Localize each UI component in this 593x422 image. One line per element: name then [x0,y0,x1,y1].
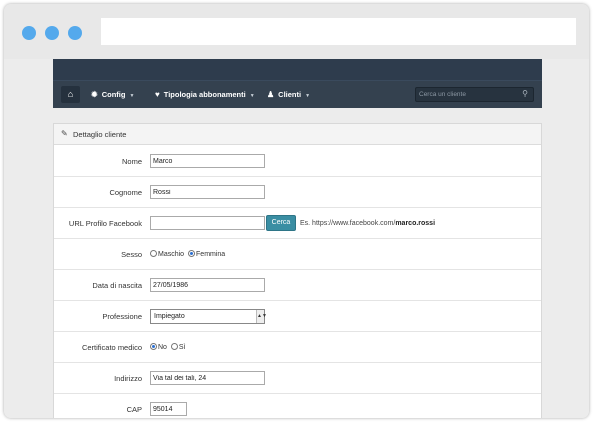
caret-down-icon: ▼ [305,93,311,99]
user-icon: ♟ [267,90,275,99]
form-row-facebook: URL Profilo Facebook Cerca Es. https://w… [54,208,541,239]
facebook-url-hint: Es. https://www.facebook.com/marco.rossi [300,208,435,239]
heart-icon: ♥ [155,90,160,99]
browser-titlebar [4,4,589,59]
radio-label: Sì [178,344,186,351]
hint-example: marco.rossi [395,220,436,227]
form-row-nome: Nome [54,146,541,177]
form-row-indirizzo: Indirizzo [54,363,541,394]
facebook-search-button[interactable]: Cerca [266,215,296,231]
top-navbar: ⌂ ✹ Config ▼ ♥ Tipologia abbonamenti ▼ ♟ Clie… [53,59,542,108]
caret-down-icon: ▼ [249,93,255,99]
window-control-minimize[interactable] [45,26,59,40]
search-icon[interactable]: ⚲ [522,89,528,98]
sesso-radio-group: Maschio Femmina [150,239,225,270]
nav-item-clienti[interactable]: ♟ Clienti ▼ [267,81,310,108]
nome-field[interactable] [150,154,265,168]
field-label: Professione [102,312,142,321]
certificato-radio-group: No Sì [150,332,186,363]
form-row-cognome: Cognome [54,177,541,208]
field-label: Sesso [121,250,142,259]
field-label: Cognome [109,188,142,197]
radio-si[interactable] [170,343,178,350]
browser-window: ⌂ ✹ Config ▼ ♥ Tipologia abbonamenti ▼ ♟ Clie… [4,4,589,418]
address-bar[interactable] [101,18,576,45]
gear-icon: ✹ [91,90,98,99]
panel-title: Dettaglio cliente [73,130,127,139]
radio-no[interactable] [150,343,157,350]
professione-select[interactable]: Impiegato ▲▼ [150,309,267,324]
navbar-menu: ⌂ ✹ Config ▼ ♥ Tipologia abbonamenti ▼ ♟ Clie… [53,81,542,108]
hint-prefix: Es. https://www.facebook.com/ [300,220,396,227]
pencil-icon: ✎ [61,129,68,138]
radio-label: Maschio [158,251,185,258]
birthdate-field[interactable] [150,278,265,292]
radio-label: No [158,344,167,351]
page-content: ⌂ ✹ Config ▼ ♥ Tipologia abbonamenti ▼ ♟ Clie… [4,59,589,418]
cap-field[interactable] [150,402,187,416]
facebook-url-field[interactable] [150,216,265,230]
home-icon: ⌂ [67,89,74,99]
panel-header: ✎ Dettaglio cliente [54,124,541,145]
field-label: Certificato medico [81,343,142,352]
caret-down-icon: ▼ [129,93,135,99]
window-control-close[interactable] [22,26,36,40]
cognome-field[interactable] [150,185,265,199]
field-label: Indirizzo [114,374,142,383]
field-label: Data di nascita [92,281,142,290]
form-row-sesso: Sesso Maschio Femmina [54,239,541,270]
nav-item-label: Clienti [278,90,302,99]
form-row-certificato: Certificato medico No Sì [54,332,541,363]
client-detail-panel: ✎ Dettaglio cliente Nome Cognome URL Pro… [53,123,542,418]
field-label: CAP [126,405,142,414]
indirizzo-field[interactable] [150,371,265,385]
field-label: URL Profilo Facebook [68,219,142,228]
window-control-maximize[interactable] [68,26,82,40]
home-button[interactable]: ⌂ [61,86,80,103]
client-search: ⚲ [415,87,534,102]
select-arrow-icon: ▲▼ [256,310,267,323]
radio-label: Femmina [196,251,226,258]
nav-item-label: Config [101,90,126,99]
navbar-top-strip [53,59,542,81]
form-row-cap: CAP [54,394,541,418]
form-row-nascita: Data di nascita [54,270,541,301]
client-search-input[interactable] [419,88,514,101]
form-row-professione: Professione Impiegato ▲▼ [54,301,541,332]
nav-item-label: Tipologia abbonamenti [163,90,246,99]
radio-femmina[interactable] [188,250,196,257]
nav-item-tipologia-abbonamenti[interactable]: ♥ Tipologia abbonamenti ▼ [155,81,255,108]
field-label: Nome [121,157,142,166]
radio-maschio[interactable] [150,250,157,257]
select-value: Impiegato [154,313,185,320]
nav-item-config[interactable]: ✹ Config ▼ [91,81,134,108]
